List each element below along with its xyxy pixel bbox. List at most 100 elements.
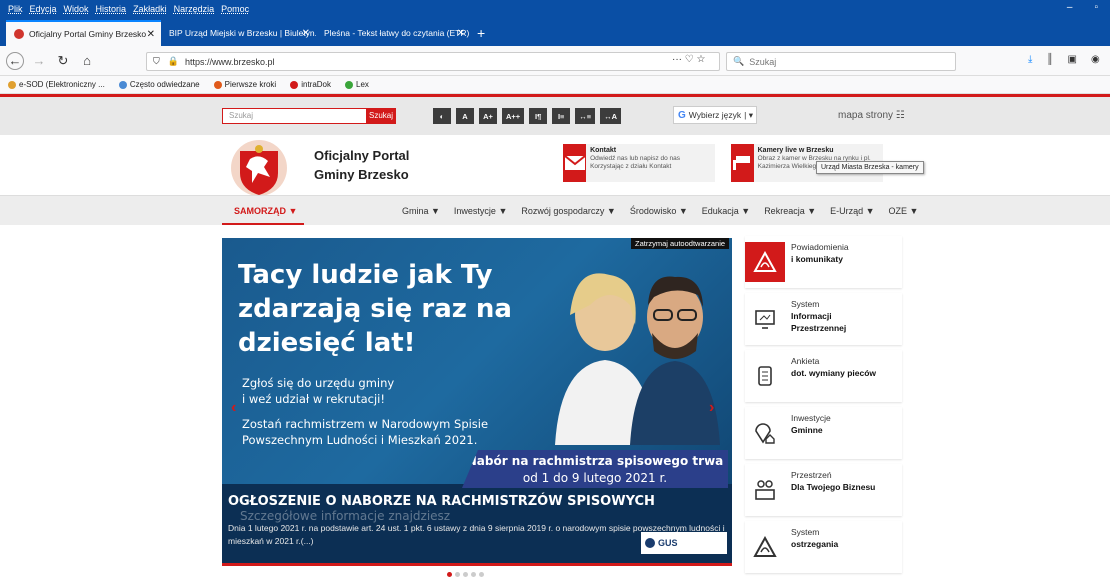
menu-view[interactable]: Widok xyxy=(64,4,89,14)
site-search-input[interactable]: Szukaj xyxy=(222,108,367,124)
account-icon[interactable]: ◉ xyxy=(1091,54,1100,65)
nav-inwestycje[interactable]: Inwestycje ▼ xyxy=(454,206,507,216)
slider-dot[interactable] xyxy=(447,572,452,577)
slide-people-image xyxy=(555,273,720,445)
gus-circle-icon xyxy=(645,538,655,548)
menu-history[interactable]: Historia xyxy=(96,4,127,14)
download-icon[interactable]: ⤓ xyxy=(1028,54,1032,65)
side-item-notifications[interactable]: Powiadomienia i komunikaty xyxy=(745,236,902,288)
sidebar-icon[interactable]: ▣ xyxy=(1068,54,1077,65)
new-tab-button[interactable]: + xyxy=(477,20,485,46)
slider-dot[interactable] xyxy=(455,572,460,577)
slider-dots xyxy=(447,572,484,577)
reload-icon[interactable]: ↻ xyxy=(54,52,72,70)
close-icon[interactable]: ✕ xyxy=(457,28,465,39)
letter-spacing-button[interactable]: ↔A xyxy=(600,108,621,124)
mail-icon xyxy=(563,144,587,182)
slider-prev-button[interactable]: ‹ xyxy=(231,399,236,417)
maximize-button[interactable]: ▫ xyxy=(1094,2,1098,13)
close-icon[interactable]: ✕ xyxy=(302,28,310,39)
search-placeholder: Szukaj xyxy=(749,56,777,67)
side-item-spatial-system[interactable]: System Informacji Przestrzennej xyxy=(745,293,902,345)
gus-label: GUS xyxy=(658,538,678,548)
menu-file[interactable]: Plik xyxy=(8,4,23,14)
sitemap-link[interactable]: mapa strony ☷ xyxy=(838,110,905,121)
tab-bip[interactable]: BIP Urząd Miejski w Brzesku | Biuletyn..… xyxy=(161,20,316,46)
slide-subtext-2: Zostań rachmistrzem w Narodowym Spisie P… xyxy=(242,416,488,448)
tab-plesna[interactable]: Pleśna - Tekst łatwy do czytania (ETR) ✕ xyxy=(316,20,471,46)
tooltip: Urząd Miasta Brzeska - kamery xyxy=(816,161,924,174)
side-item-line2: Dla Twojego Biznesu xyxy=(791,482,876,492)
menu-edit[interactable]: Edycja xyxy=(30,4,57,14)
language-select[interactable]: G Wybierz język | ▾ xyxy=(673,106,757,124)
url-actions[interactable]: ··· ♡ ☆ xyxy=(672,54,705,65)
contact-desc: Odwiedź nas lub napisz do nas Korzystają… xyxy=(590,155,681,170)
nav-gmina[interactable]: Gmina ▼ xyxy=(402,206,440,216)
nav-samorzad[interactable]: SAMORZĄD ▼ xyxy=(234,206,297,216)
nav-oze[interactable]: OZE ▼ xyxy=(889,206,919,216)
url-bar[interactable]: ⛉ 🔒 https://www.brzesko.pl xyxy=(146,52,720,71)
site-search-button[interactable]: Szukaj xyxy=(366,108,396,124)
language-label: Wybierz język xyxy=(688,110,742,120)
nav-active-underline xyxy=(222,223,304,225)
forward-icon[interactable]: → xyxy=(30,52,48,70)
close-icon[interactable]: ✕ xyxy=(147,29,155,40)
slider-next-button[interactable]: › xyxy=(709,399,714,417)
bookmark-intradok[interactable]: intraDok xyxy=(290,80,331,89)
bookmark-most-visited[interactable]: Często odwiedzane xyxy=(118,80,200,89)
nav-rekreacja[interactable]: Rekreacja ▼ xyxy=(764,206,816,216)
text-width-button[interactable]: ↔≡ xyxy=(575,108,596,124)
side-item-line2: i komunikaty xyxy=(791,254,843,264)
bookmark-icon xyxy=(345,80,354,89)
scroll-icon xyxy=(745,356,785,396)
slider-dot[interactable] xyxy=(463,572,468,577)
gus-logo: GUS xyxy=(641,532,727,554)
slider-dot[interactable] xyxy=(479,572,484,577)
font-large-button[interactable]: A+ xyxy=(479,108,497,124)
contact-text: Kontakt Odwiedź nas lub napisz do nas Ko… xyxy=(586,144,715,182)
bookmark-label: e-SOD (Elektroniczny ... xyxy=(19,80,105,89)
sitemap-icon: ☷ xyxy=(895,110,905,121)
house-location-icon xyxy=(745,413,785,453)
contrast-button[interactable]: ◐ xyxy=(433,108,451,124)
contact-box[interactable]: Kontakt Odwiedź nas lub napisz do nas Ko… xyxy=(563,144,715,182)
camera-icon xyxy=(731,144,754,182)
menu-bookmarks[interactable]: Zakładki xyxy=(133,4,167,14)
bookmark-icon xyxy=(290,80,299,89)
nav-srodowisko[interactable]: Środowisko ▼ xyxy=(630,206,688,216)
alert-triangle-icon xyxy=(745,527,785,567)
bookmark-first-steps[interactable]: Pierwsze kroki xyxy=(213,80,276,89)
side-item-survey[interactable]: Ankieta dot. wymiany pieców xyxy=(745,350,902,402)
coat-of-arms-logo[interactable] xyxy=(228,137,290,199)
font-xlarge-button[interactable]: A++ xyxy=(502,108,525,124)
side-item-line1: Ankieta xyxy=(791,356,820,366)
library-icon[interactable]: ║ xyxy=(1046,54,1053,65)
portal-title[interactable]: Oficjalny Portal Gminy Brzesko xyxy=(314,146,409,184)
font-normal-button[interactable]: A xyxy=(456,108,474,124)
side-item-investments[interactable]: Inwestycje Gminne xyxy=(745,407,902,459)
minimize-button[interactable]: – xyxy=(1067,2,1073,13)
home-icon[interactable]: ⌂ xyxy=(78,52,96,70)
nav-e-urzad[interactable]: E-Urząd ▼ xyxy=(830,206,874,216)
side-item-warning-system[interactable]: System ostrzegania xyxy=(745,521,902,573)
paragraph-spacing-button[interactable]: I¶ xyxy=(529,108,548,124)
back-icon[interactable]: ← xyxy=(6,51,24,70)
side-item-line1: Powiadomienia xyxy=(791,242,849,252)
sitemap-label: mapa strony xyxy=(838,110,894,121)
warning-icon xyxy=(745,242,785,282)
menu-help[interactable]: Pomoc xyxy=(221,4,249,14)
menu-tools[interactable]: Narzędzia xyxy=(174,4,215,14)
stop-autoplay-button[interactable]: Zatrzymaj autoodtwarzanie xyxy=(631,238,730,249)
slide-caption-title[interactable]: OGŁOSZENIE O NABORZE NA RACHMISTRZÓW SPI… xyxy=(228,494,655,509)
nav-rozwoj[interactable]: Rozwój gospodarczy ▼ xyxy=(521,206,615,216)
nav-edukacja[interactable]: Edukacja ▼ xyxy=(702,206,750,216)
line-spacing-button[interactable]: I≡ xyxy=(552,108,571,124)
bookmark-lex[interactable]: Lex xyxy=(345,80,369,89)
cameras-title: Kamery live w Brzesku xyxy=(757,147,834,154)
slider-dot[interactable] xyxy=(471,572,476,577)
bookmark-esod[interactable]: e-SOD (Elektroniczny ... xyxy=(8,80,105,89)
side-item-business[interactable]: Przestrzeń Dla Twojego Biznesu xyxy=(745,464,902,516)
tab-brzesko[interactable]: Oficjalny Portal Gminy Brzesko ✕ xyxy=(6,20,161,46)
bookmark-label: intraDok xyxy=(301,80,332,89)
browser-search-input[interactable]: 🔍 Szukaj xyxy=(726,52,956,71)
